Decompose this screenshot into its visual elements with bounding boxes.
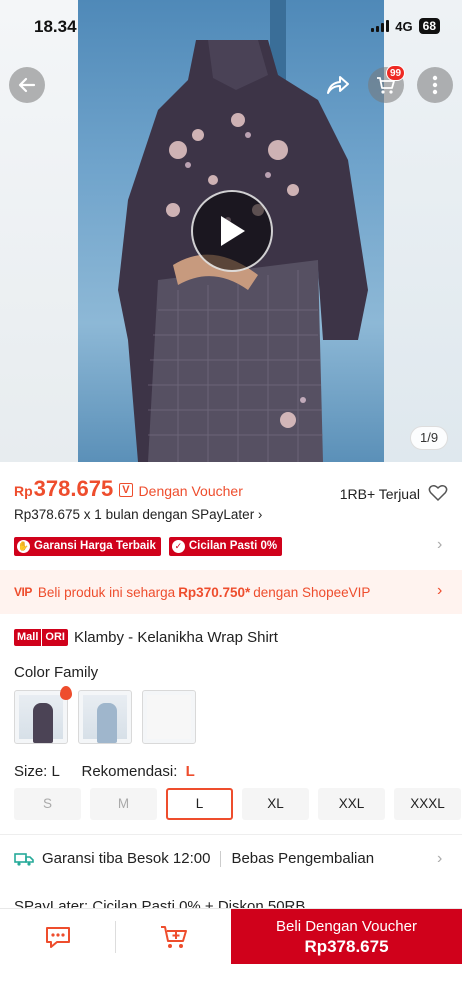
vip-suffix: dengan ShopeeVIP — [253, 584, 371, 600]
battery-icon: 68 — [418, 18, 440, 34]
product-title: Klamby - Kelanikha Wrap Shirt — [73, 629, 278, 646]
divider — [0, 834, 462, 835]
shipping-row[interactable]: Garansi tiba Besok 12:00 Bebas Pengembal… — [14, 850, 374, 867]
swatch-image — [19, 695, 63, 743]
size-option-s[interactable]: S — [14, 788, 81, 820]
fire-icon — [60, 686, 72, 700]
recommend-label: Rekomendasi: — [81, 763, 178, 780]
size-option-m[interactable]: M — [90, 788, 157, 820]
image-counter: 1/9 — [410, 426, 449, 450]
size-option-xl[interactable]: XL — [242, 788, 309, 820]
size-option-l[interactable]: L — [166, 788, 233, 820]
vip-prefix: Beli produk ini seharga — [37, 584, 176, 600]
bottom-action-bar: Beli Dengan Voucher Rp378.675 — [0, 908, 462, 965]
home-indicator-area — [0, 964, 462, 1000]
chevron-right-icon: › — [437, 582, 443, 599]
chevron-right-icon[interactable]: › — [437, 536, 442, 554]
price-value: 378.675 — [33, 476, 114, 501]
add-to-cart-icon — [160, 926, 187, 948]
network-label: 4G — [395, 18, 413, 34]
add-to-cart-button[interactable] — [116, 909, 231, 965]
status-time: 18.34 — [34, 17, 77, 36]
mall-label: Mall — [14, 629, 42, 646]
ori-label: ORI — [41, 629, 68, 646]
size-label-row: Size: L Rekomendasi: L — [14, 763, 195, 780]
size-label: Size: — [14, 763, 48, 780]
vip-banner[interactable]: VIP Beli produk ini seharga Rp370.750* d… — [0, 570, 462, 614]
separator — [220, 850, 222, 867]
truck-icon — [14, 852, 34, 866]
spaylater-link[interactable]: Rp378.675 x 1 bulan dengan SPayLater › — [14, 507, 262, 522]
price-row: Rp 378.675 V Dengan Voucher — [14, 476, 243, 502]
product-title-row: Mall ORI Klamby - Kelanikha Wrap Shirt — [14, 629, 278, 646]
buy-button-label: Beli Dengan Voucher — [276, 917, 417, 935]
more-options-button[interactable] — [417, 67, 453, 103]
badge-best-price: ✋ Garansi Harga Terbaik — [14, 537, 161, 556]
sold-count: 1RB+ Terjual — [339, 486, 420, 502]
share-icon — [327, 76, 349, 94]
color-swatch[interactable] — [142, 690, 196, 744]
size-option-xxl[interactable]: XXL — [318, 788, 385, 820]
chat-button[interactable] — [0, 909, 115, 965]
status-bar: 18.34 4G 68 — [0, 0, 462, 56]
vip-price: Rp370.750* — [178, 584, 251, 600]
arrow-left-icon — [18, 77, 36, 93]
size-options: S M L XL XXL XXXL — [14, 788, 461, 820]
share-button[interactable] — [322, 71, 352, 101]
check-icon: ✓ — [171, 540, 185, 553]
hand-icon: ✋ — [17, 540, 30, 553]
play-video-button[interactable] — [191, 190, 273, 272]
mall-badge: Mall ORI — [14, 629, 68, 646]
badge-installment-label: Cicilan Pasti 0% — [188, 540, 278, 552]
price-currency: Rp — [14, 483, 33, 499]
signal-icon — [371, 20, 390, 32]
status-indicators: 4G 68 — [371, 18, 440, 34]
returns-label: Bebas Pengembalian — [231, 850, 375, 867]
cart-count-badge: 99 — [386, 65, 406, 81]
back-button[interactable] — [9, 67, 45, 103]
image-background-left — [0, 0, 78, 462]
color-swatch[interactable] — [78, 690, 132, 744]
voucher-icon: V — [119, 483, 133, 497]
play-icon — [221, 216, 245, 246]
shipping-label: Garansi tiba Besok 12:00 — [42, 850, 211, 867]
heart-icon[interactable] — [428, 484, 448, 502]
color-family-label: Color Family — [14, 664, 99, 681]
size-selected: L — [51, 763, 60, 780]
color-swatches — [14, 690, 196, 744]
more-vertical-icon — [432, 75, 438, 95]
chevron-right-icon[interactable]: › — [437, 850, 442, 868]
buy-with-voucher-button[interactable]: Beli Dengan Voucher Rp378.675 — [231, 909, 462, 965]
vip-icon: VIP — [14, 585, 32, 599]
buy-button-price: Rp378.675 — [304, 936, 389, 956]
price-voucher-note: Dengan Voucher — [138, 483, 243, 499]
badge-installment: ✓ Cicilan Pasti 0% — [168, 537, 283, 556]
swatch-image — [83, 695, 127, 743]
swatch-image — [147, 695, 191, 739]
size-option-xxxl[interactable]: XXXL — [394, 788, 461, 820]
color-swatch[interactable] — [14, 690, 68, 744]
guarantee-badges[interactable]: ✋ Garansi Harga Terbaik ✓ Cicilan Pasti 0% — [14, 537, 283, 556]
recommend-value: L — [185, 763, 195, 780]
badge-best-price-label: Garansi Harga Terbaik — [34, 540, 156, 552]
chat-icon — [45, 927, 70, 948]
